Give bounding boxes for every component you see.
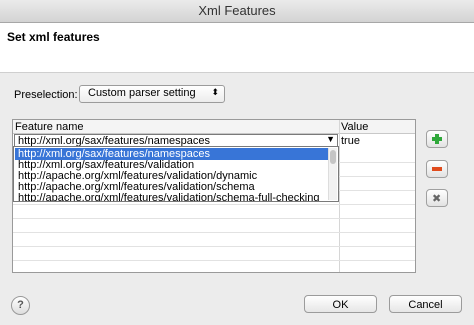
row-divider bbox=[13, 232, 415, 233]
minus-icon bbox=[432, 167, 442, 171]
row-divider bbox=[13, 204, 415, 205]
table-header: Feature name Value bbox=[13, 120, 415, 134]
help-button[interactable]: ? bbox=[11, 296, 30, 315]
help-icon: ? bbox=[17, 299, 24, 311]
dropdown-option[interactable]: http://apache.org/xml/features/validatio… bbox=[15, 192, 332, 201]
clear-icon: ✖ bbox=[432, 193, 442, 205]
updown-arrows-icon: ⬍ bbox=[211, 87, 219, 97]
scrollbar-thumb[interactable] bbox=[330, 150, 336, 164]
window-title: Xml Features bbox=[198, 3, 276, 18]
preselection-combo[interactable]: Custom parser setting ⬍ bbox=[79, 85, 225, 103]
cancel-button[interactable]: Cancel bbox=[389, 295, 462, 313]
value-cell[interactable]: true bbox=[341, 135, 360, 147]
dialog-title: Set xml features bbox=[7, 30, 100, 44]
add-button[interactable] bbox=[426, 130, 448, 148]
ok-button[interactable]: OK bbox=[304, 295, 377, 313]
preselection-value: Custom parser setting bbox=[88, 87, 196, 99]
column-header-value[interactable]: Value bbox=[341, 121, 368, 133]
clear-button[interactable]: ✖ bbox=[426, 189, 448, 207]
dropdown-scrollbar[interactable] bbox=[328, 148, 337, 200]
row-divider bbox=[13, 218, 415, 219]
plus-icon bbox=[432, 134, 442, 144]
dropdown-arrow-icon[interactable]: ▼ bbox=[326, 134, 335, 144]
preselection-label: Preselection: bbox=[14, 89, 78, 101]
window-titlebar: Xml Features bbox=[0, 0, 474, 23]
row-divider bbox=[13, 246, 415, 247]
dialog-header: Set xml features bbox=[0, 23, 474, 73]
row-divider bbox=[13, 260, 415, 261]
column-header-feature-name[interactable]: Feature name bbox=[15, 121, 83, 133]
remove-button[interactable] bbox=[426, 160, 448, 178]
feature-dropdown-list[interactable]: http://xml.org/sax/features/namespaces h… bbox=[13, 146, 339, 202]
